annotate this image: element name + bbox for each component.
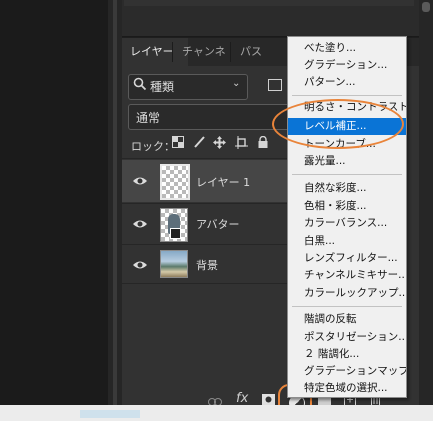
- fx-icon[interactable]: fx: [236, 391, 248, 406]
- eye-icon[interactable]: [132, 257, 148, 275]
- move-icon[interactable]: [213, 136, 226, 152]
- lock-label: ロック：: [131, 140, 175, 153]
- lock-transparent-icon[interactable]: [172, 136, 184, 151]
- smart-object-badge: [170, 228, 181, 239]
- status-strip-accent: [80, 410, 140, 418]
- menu-item-photo-filter[interactable]: レンズフィルター...: [288, 250, 406, 267]
- image-filter-icon[interactable]: [268, 79, 282, 91]
- row-separator: [122, 244, 292, 245]
- filter-kind-label: 種類: [150, 80, 175, 94]
- right-scrollbar[interactable]: [419, 0, 433, 405]
- menu-item-gradient[interactable]: グラデーション...: [288, 57, 406, 74]
- levels-annotation-ellipse: [272, 99, 404, 149]
- artboard-icon[interactable]: [235, 136, 248, 152]
- row-separator: [122, 158, 292, 159]
- lock-icon[interactable]: [258, 135, 268, 151]
- brush-icon[interactable]: [193, 136, 205, 151]
- menu-item-solid-color[interactable]: べた塗り...: [288, 40, 406, 57]
- menu-item-channel-mixer[interactable]: チャンネルミキサー...: [288, 267, 406, 284]
- panel-divider-line: [113, 0, 117, 405]
- top-panel-edge: [124, 0, 414, 6]
- menu-separator: [292, 95, 402, 96]
- adjustment-menu: べた塗り... グラデーション... パターン... 明るさ・コントラスト...…: [287, 36, 407, 398]
- menu-item-selective-color[interactable]: 特定色域の選択...: [288, 380, 406, 397]
- layer-name[interactable]: 背景: [196, 257, 218, 273]
- menu-item-gradient-map[interactable]: グラデーションマップ...: [288, 363, 406, 380]
- scrollbar-thumb[interactable]: [422, 2, 430, 12]
- row-separator: [122, 283, 292, 284]
- layer-thumbnail[interactable]: [160, 164, 190, 200]
- tab-paths[interactable]: パス: [232, 38, 280, 66]
- chevron-down-icon: ⌄: [232, 78, 241, 89]
- eye-icon[interactable]: [132, 216, 148, 234]
- menu-item-threshold[interactable]: ２ 階調化...: [288, 346, 406, 363]
- layer-name[interactable]: レイヤー 1: [196, 174, 250, 190]
- status-strip: [0, 405, 433, 421]
- menu-item-invert[interactable]: 階調の反転: [288, 311, 406, 328]
- eye-icon[interactable]: [132, 173, 148, 191]
- menu-item-hue-saturation[interactable]: 色相・彩度...: [288, 198, 406, 215]
- menu-item-exposure[interactable]: 露光量...: [288, 153, 406, 170]
- menu-item-color-balance[interactable]: カラーバランス...: [288, 215, 406, 232]
- menu-separator: [292, 174, 402, 175]
- search-icon: [133, 77, 149, 95]
- menu-separator: [292, 306, 402, 307]
- menu-item-vibrance[interactable]: 自然な彩度...: [288, 180, 406, 197]
- tab-separator: [230, 42, 231, 62]
- layer-name[interactable]: アバター: [196, 216, 240, 232]
- menu-item-color-lookup[interactable]: カラールックアップ...: [288, 285, 406, 302]
- tab-separator: [172, 42, 173, 62]
- blend-mode-label: 通常: [136, 111, 161, 125]
- canvas-area: [0, 0, 108, 405]
- menu-item-black-white[interactable]: 白黒...: [288, 233, 406, 250]
- row-separator: [122, 203, 292, 204]
- menu-item-posterize[interactable]: ポスタリゼーション...: [288, 329, 406, 346]
- menu-item-pattern[interactable]: パターン...: [288, 74, 406, 91]
- layer-thumbnail[interactable]: [160, 250, 188, 278]
